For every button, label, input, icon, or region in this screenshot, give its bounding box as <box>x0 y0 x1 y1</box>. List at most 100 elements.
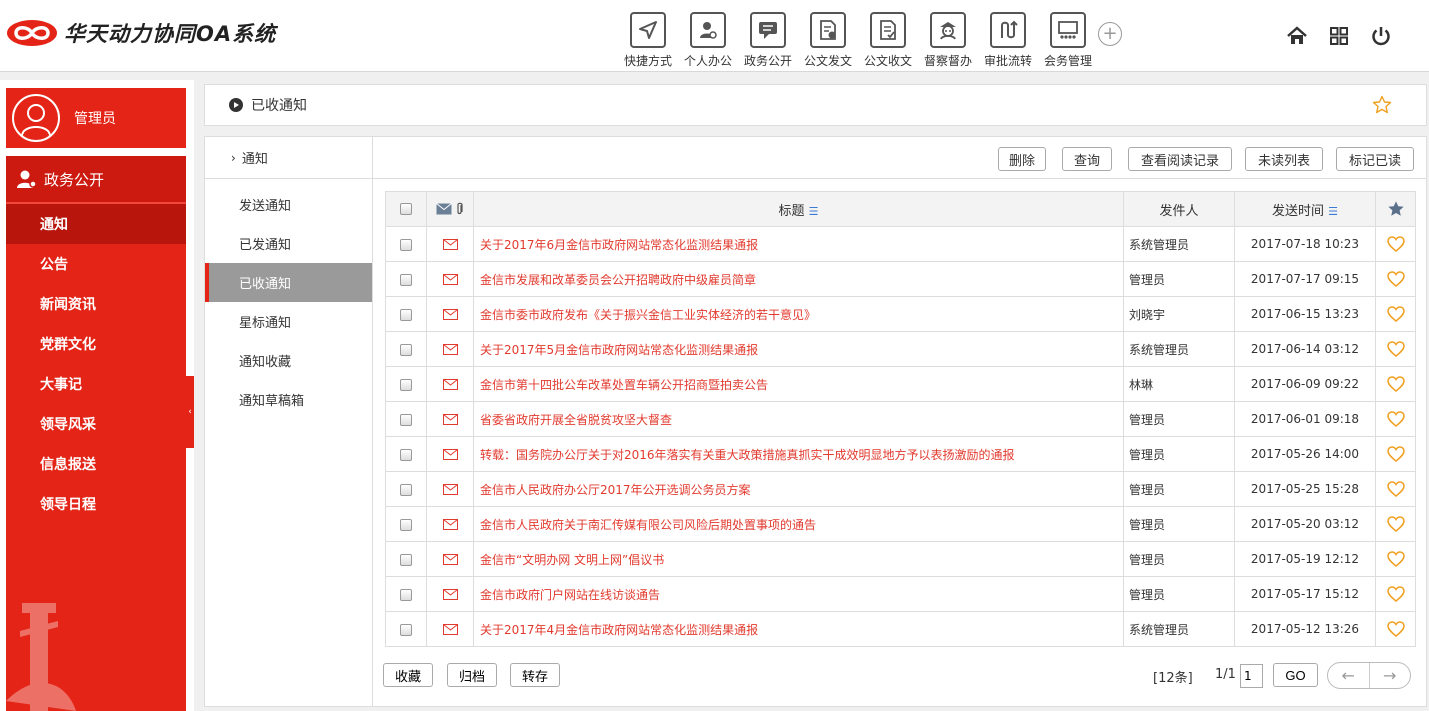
heart-outline-icon[interactable] <box>1386 376 1405 392</box>
table-row[interactable]: 金信市第十四批公车改革处置车辆公开招商暨拍卖公告 林琳 2017-06-09 09:… <box>385 366 1416 402</box>
heart-outline-icon[interactable] <box>1386 306 1405 322</box>
sidebar-item-leaders[interactable]: 领导风采 <box>6 404 186 444</box>
row-checkbox[interactable] <box>400 553 412 566</box>
topnav-public-affairs[interactable]: 政务公开 <box>738 12 798 69</box>
sort-icon[interactable]: ☰ <box>1328 205 1338 218</box>
topnav-approval[interactable]: 审批流转 <box>978 12 1038 69</box>
topnav-personal[interactable]: 个人办公 <box>678 12 738 69</box>
notice-title-link[interactable]: 金信市人民政府关于南汇传媒有限公司风险后期处置事项的通告 <box>473 506 1124 542</box>
user-card[interactable]: 管理员 <box>6 88 186 148</box>
mark-read-button[interactable]: 标记已读 <box>1336 147 1414 171</box>
grid-icon[interactable] <box>1327 24 1351 48</box>
subnav-item-sent-notices[interactable]: 已发通知 <box>205 224 372 263</box>
row-checkbox[interactable] <box>400 483 412 496</box>
table-row[interactable]: 金信市人民政府办公厅2017年公开选调公务员方案 管理员 2017-05-25 15… <box>385 471 1416 507</box>
sidebar-item-party-culture[interactable]: 党群文化 <box>6 324 186 364</box>
sort-icon[interactable]: ☰ <box>809 205 819 218</box>
sidebar-item-notice[interactable]: 通知 <box>6 204 186 244</box>
row-checkbox[interactable] <box>400 378 412 391</box>
heart-outline-icon[interactable] <box>1386 516 1405 532</box>
subnav-item-send-notice[interactable]: 发送通知 <box>205 185 372 224</box>
notice-title-link[interactable]: 关于2017年6月金信市政府网站常态化监测结果通报 <box>473 226 1124 262</box>
notice-title-link[interactable]: 关于2017年4月金信市政府网站常态化监测结果通报 <box>473 611 1124 647</box>
notice-title-link[interactable]: 金信市政府门户网站在线访谈通告 <box>473 576 1124 612</box>
topnav-inspection[interactable]: 督察督办 <box>918 12 978 69</box>
sidebar-section-header[interactable]: 政务公开 <box>6 156 186 204</box>
notice-title-link[interactable]: 金信市发展和改革委员会公开招聘政府中级雇员简章 <box>473 261 1124 297</box>
notice-title-link[interactable]: 金信市委市政府发布《关于振兴金信工业实体经济的若干意见》 <box>473 296 1124 332</box>
notice-title-link[interactable]: 金信市第十四批公车改革处置车辆公开招商暨拍卖公告 <box>473 366 1124 402</box>
archive-button[interactable]: 归档 <box>447 663 497 687</box>
forward-button[interactable]: 转存 <box>510 663 560 687</box>
sidebar-item-news[interactable]: 新闻资讯 <box>6 284 186 324</box>
table-row[interactable]: 关于2017年4月金信市政府网站常态化监测结果通报 系统管理员 2017-05-12… <box>385 611 1416 647</box>
notice-title-link[interactable]: 金信市人民政府办公厅2017年公开选调公务员方案 <box>473 471 1124 507</box>
notice-title-link[interactable]: 转载：国务院办公厅关于对2016年落实有关重大政策措施真抓实干成效明显地方予以表… <box>473 436 1124 472</box>
row-checkbox[interactable] <box>400 518 412 531</box>
subnav-item-notice-drafts[interactable]: 通知草稿箱 <box>205 380 372 419</box>
heart-outline-icon[interactable] <box>1386 236 1405 252</box>
row-checkbox[interactable] <box>400 273 412 286</box>
table-row[interactable]: 转载：国务院办公厅关于对2016年落实有关重大政策措施真抓实干成效明显地方予以表… <box>385 436 1416 472</box>
table-row[interactable]: 金信市委市政府发布《关于振兴金信工业实体经济的若干意见》 刘晓宇 2017-06-1… <box>385 296 1416 332</box>
sidebar-item-leader-schedule[interactable]: 领导日程 <box>6 484 186 524</box>
table-row[interactable]: 金信市人民政府关于南汇传媒有限公司风险后期处置事项的通告 管理员 2017-05-2… <box>385 506 1416 542</box>
row-checkbox[interactable] <box>400 448 412 461</box>
heart-outline-icon[interactable] <box>1386 411 1405 427</box>
heart-outline-icon[interactable] <box>1386 446 1405 462</box>
table-row[interactable]: 金信市发展和改革委员会公开招聘政府中级雇员简章 管理员 2017-07-17 09:… <box>385 261 1416 297</box>
column-header-title[interactable]: 标题 ☰ <box>473 191 1124 227</box>
heart-outline-icon[interactable] <box>1386 481 1405 497</box>
favorite-button[interactable]: 收藏 <box>383 663 433 687</box>
column-header-sender[interactable]: 发件人 <box>1123 191 1235 227</box>
table-row[interactable]: 金信市政府门户网站在线访谈通告 管理员 2017-05-17 15:12 <box>385 576 1416 612</box>
query-button[interactable]: 查询 <box>1062 147 1112 171</box>
go-button[interactable]: GO <box>1273 663 1318 687</box>
select-all-checkbox[interactable] <box>400 203 412 215</box>
subnav-item-received-notices[interactable]: 已收通知 <box>205 263 372 302</box>
row-checkbox[interactable] <box>400 343 412 356</box>
sidebar-item-announcement[interactable]: 公告 <box>6 244 186 284</box>
heart-outline-icon[interactable] <box>1386 341 1405 357</box>
heart-outline-icon[interactable] <box>1386 621 1405 637</box>
topnav-doc-receive[interactable]: 公文收文 <box>858 12 918 69</box>
sidebar-item-events[interactable]: 大事记 <box>6 364 186 404</box>
heart-outline-icon[interactable] <box>1386 271 1405 287</box>
heart-outline-icon[interactable] <box>1386 586 1405 602</box>
page-number-input[interactable] <box>1240 664 1263 688</box>
subnav-item-notice-favorites[interactable]: 通知收藏 <box>205 341 372 380</box>
sidebar-collapse-handle[interactable]: ‹ <box>186 376 194 448</box>
table-row[interactable]: 关于2017年6月金信市政府网站常态化监测结果通报 系统管理员 2017-07-18… <box>385 226 1416 262</box>
notice-title-link[interactable]: 省委省政府开展全省脱贫攻坚大督查 <box>473 401 1124 437</box>
subnav-item-starred-notices[interactable]: 星标通知 <box>205 302 372 341</box>
topnav-doc-send[interactable]: 公文发文 <box>798 12 858 69</box>
row-checkbox[interactable] <box>400 588 412 601</box>
column-header-star[interactable] <box>1375 191 1416 227</box>
row-checkbox[interactable] <box>400 308 412 321</box>
table-row[interactable]: 金信市“文明办网 文明上网”倡议书 管理员 2017-05-19 12:12 <box>385 541 1416 577</box>
add-shortcut-icon[interactable]: + <box>1098 22 1122 46</box>
app-logo[interactable]: 华天动力协同OA系统 <box>6 18 276 48</box>
next-page-arrow-icon[interactable]: → <box>1368 663 1411 688</box>
notice-title-link[interactable]: 关于2017年5月金信市政府网站常态化监测结果通报 <box>473 331 1124 367</box>
notice-title-link[interactable]: 金信市“文明办网 文明上网”倡议书 <box>473 541 1124 577</box>
row-checkbox[interactable] <box>400 623 412 636</box>
column-header-time[interactable]: 发送时间 ☰ <box>1234 191 1376 227</box>
topnav-label: 政务公开 <box>743 54 792 68</box>
topnav-meeting[interactable]: 会务管理 <box>1038 12 1098 69</box>
power-icon[interactable] <box>1369 24 1393 48</box>
home-icon[interactable] <box>1285 24 1309 48</box>
sidebar-item-info-report[interactable]: 信息报送 <box>6 444 186 484</box>
delete-button[interactable]: 删除 <box>998 147 1046 171</box>
table-row[interactable]: 省委省政府开展全省脱贫攻坚大督查 管理员 2017-06-01 09:18 <box>385 401 1416 437</box>
topnav-shortcut[interactable]: 快捷方式 <box>618 12 678 69</box>
row-checkbox[interactable] <box>400 413 412 426</box>
prev-page-arrow-icon[interactable]: ← <box>1328 663 1369 688</box>
star-outline-icon[interactable] <box>1372 95 1392 115</box>
subnav-header[interactable]: › 通知 <box>205 137 372 179</box>
table-row[interactable]: 关于2017年5月金信市政府网站常态化监测结果通报 系统管理员 2017-06-14… <box>385 331 1416 367</box>
row-checkbox[interactable] <box>400 238 412 251</box>
unread-list-button[interactable]: 未读列表 <box>1245 147 1323 171</box>
heart-outline-icon[interactable] <box>1386 551 1405 567</box>
view-read-log-button[interactable]: 查看阅读记录 <box>1128 147 1232 171</box>
